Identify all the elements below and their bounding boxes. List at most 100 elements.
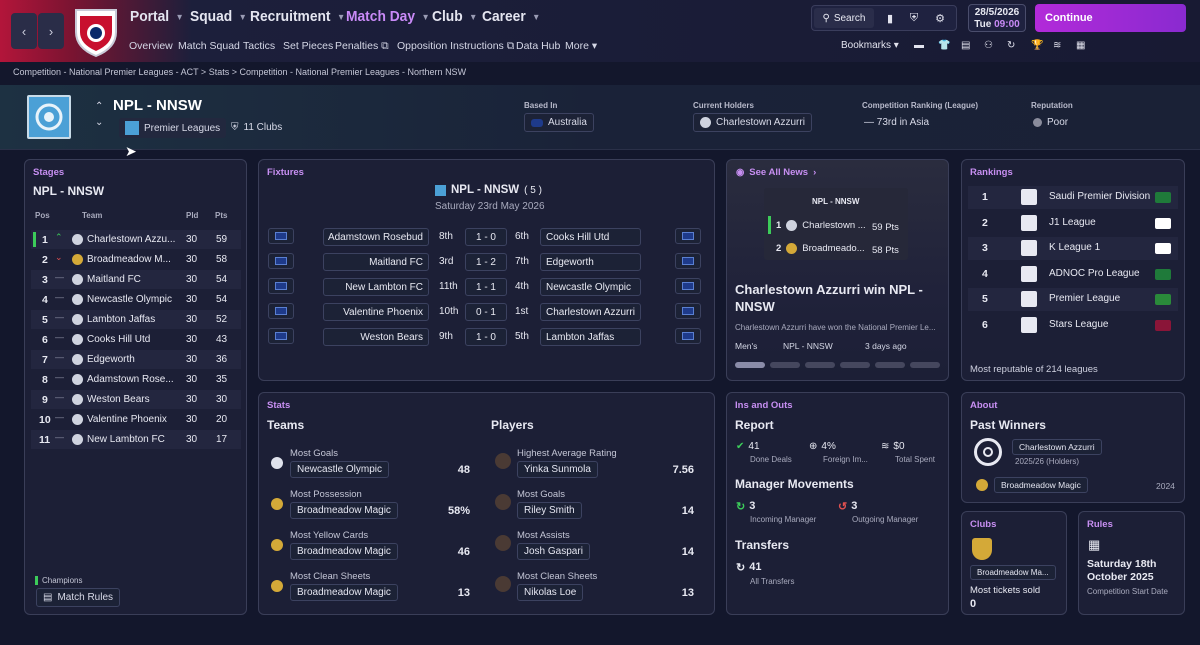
holders-pill[interactable]: Charlestown Azzurri [693, 113, 812, 132]
home-team-box[interactable]: New Lambton FC [323, 278, 429, 296]
player-stat[interactable]: Highest Average Rating Yinka Sunmola 7.56 [487, 445, 712, 483]
nav-career[interactable]: Career ▼ [482, 8, 540, 25]
table-row[interactable]: 3 — Maitland FC 30 54 [31, 270, 241, 289]
ranking-row[interactable]: 2 J1 League [968, 212, 1178, 235]
score-box[interactable]: 1 - 0 [465, 328, 507, 346]
search-button[interactable]: ⚲ Search [814, 8, 874, 28]
fixture-row[interactable]: Valentine Phoenix 10th 0 - 1 1st Charlestown… [259, 303, 716, 323]
chevron-down-icon[interactable]: ⌄ [95, 117, 103, 128]
shirt-icon[interactable]: 👕 [938, 40, 950, 51]
pager-dot[interactable] [735, 362, 765, 368]
nav-recruitment[interactable]: Recruitment ▼ [250, 8, 345, 25]
nav-club[interactable]: Club ▼ [432, 8, 477, 25]
winner-name[interactable]: Charlestown Azzurri [1012, 439, 1102, 455]
bookmarks-menu[interactable]: Bookmarks ▾ [841, 40, 899, 51]
news-panel[interactable]: ◉ See All News › NPL - NNSW 1 Charlestown .… [726, 159, 949, 381]
ranking-row[interactable]: 4 ADNOC Pro League [968, 263, 1178, 286]
home-team-box[interactable]: Valentine Phoenix [323, 303, 429, 321]
away-team-box[interactable]: Edgeworth [540, 253, 641, 271]
stage-name[interactable]: NPL - NNSW [33, 184, 104, 198]
player-stat[interactable]: Most Goals Riley Smith 14 [487, 486, 712, 524]
away-team-box[interactable]: Lambton Jaffas [540, 328, 641, 346]
table-row[interactable]: 9 — Weston Bears 30 30 [31, 390, 241, 409]
pager-dot[interactable] [875, 362, 905, 368]
subnav-data-hub[interactable]: Data Hub [516, 40, 560, 52]
pager-dot[interactable] [910, 362, 940, 368]
subnav-match-squad[interactable]: Match Squad [178, 40, 240, 52]
table-row[interactable]: 1 ⌃ Charlestown Azzu... 30 59 [31, 230, 241, 249]
forward-button[interactable]: › [38, 13, 64, 49]
bookmark-icon[interactable]: ▮ [878, 5, 902, 31]
away-team-box[interactable]: Cooks Hill Utd [540, 228, 641, 246]
based-in-pill[interactable]: Australia [524, 113, 594, 132]
home-team-box[interactable]: Weston Bears [323, 328, 429, 346]
subnav-overview[interactable]: Overview [129, 40, 173, 52]
subnav-more[interactable]: More ▾ [565, 40, 597, 52]
table-row[interactable]: 11 — New Lambton FC 30 17 [31, 430, 241, 449]
back-button[interactable]: ‹ [11, 13, 37, 49]
competition-type-pill[interactable]: Premier Leagues [119, 118, 227, 138]
chevron-up-icon[interactable]: ⌃ [95, 101, 103, 112]
fixture-row[interactable]: Weston Bears 9th 1 - 0 5th Lambton Jaffas [259, 328, 716, 348]
fixture-row[interactable]: Adamstown Rosebud 8th 1 - 0 6th Cooks Hill U… [259, 228, 716, 248]
nav-match-day[interactable]: Match Day ▼ [346, 8, 430, 25]
pager-dot[interactable] [770, 362, 800, 368]
stack-icon[interactable]: ≋ [1053, 40, 1061, 51]
score-box[interactable]: 1 - 1 [465, 278, 507, 296]
fixture-row[interactable]: New Lambton FC 11th 1 - 1 4th Newcastle Olym… [259, 278, 716, 298]
home-team-box[interactable]: Adamstown Rosebud [323, 228, 429, 246]
score-box[interactable]: 1 - 2 [465, 253, 507, 271]
trophy-icon[interactable]: 🏆 [1031, 40, 1043, 51]
table-row[interactable]: 7 — Edgeworth 30 36 [31, 350, 241, 369]
pager-dot[interactable] [805, 362, 835, 368]
ranking-row[interactable]: 1 Saudi Premier Division [968, 186, 1178, 209]
chat-icon[interactable]: ▬ [914, 40, 924, 51]
away-team-box[interactable]: Charlestown Azzurri [540, 303, 641, 321]
nav-portal[interactable]: Portal ▼ [130, 8, 184, 25]
continue-button[interactable]: Continue [1035, 4, 1186, 32]
prev-winner[interactable]: Broadmeadow Magic [976, 477, 1088, 493]
fixtures-competition[interactable]: NPL - NNSW ( 5 ) [435, 184, 542, 196]
all-transfers[interactable]: ↻ 41 [736, 561, 761, 574]
table-row[interactable]: 5 — Lambton Jaffas 30 52 [31, 310, 241, 329]
refresh-icon[interactable]: ↻ [1007, 40, 1015, 51]
news-pager[interactable] [735, 362, 940, 368]
team-stat[interactable]: Most Goals Newcastle Olympic 48 [259, 445, 484, 483]
player-stat[interactable]: Most Clean Sheets Nikolas Loe 13 [487, 568, 712, 606]
clipboard-icon[interactable]: ▤ [961, 40, 970, 51]
score-box[interactable]: 0 - 1 [465, 303, 507, 321]
club-name[interactable]: Broadmeadow Ma... [970, 565, 1056, 580]
score-box[interactable]: 1 - 0 [465, 228, 507, 246]
match-rules-button[interactable]: ▤ Match Rules [36, 588, 121, 607]
subnav-opposition-instructions[interactable]: Opposition Instructions ⧉ [397, 40, 514, 53]
pager-dot[interactable] [840, 362, 870, 368]
date-display[interactable]: 28/5/2026 Tue 09:00 [968, 4, 1026, 32]
subnav-tactics[interactable]: Tactics [243, 40, 275, 52]
fixture-row[interactable]: Maitland FC 3rd 1 - 2 7th Edgeworth [259, 253, 716, 273]
team-stat[interactable]: Most Yellow Cards Broadmeadow Magic 46 [259, 527, 484, 565]
shield-icon[interactable]: ⛨ [902, 5, 926, 31]
player-stat[interactable]: Most Assists Josh Gaspari 14 [487, 527, 712, 565]
gear-icon[interactable]: ⚙ [928, 5, 952, 31]
table-row[interactable]: 4 — Newcastle Olympic 30 54 [31, 290, 241, 309]
table-row[interactable]: 2 ⌄ Broadmeadow M... 30 58 [31, 250, 241, 269]
breadcrumb-item[interactable]: Stats [209, 67, 230, 77]
team-stat[interactable]: Most Possession Broadmeadow Magic 58% [259, 486, 484, 524]
club-crest[interactable] [72, 4, 120, 58]
ranking-row[interactable]: 5 Premier League [968, 288, 1178, 311]
table-row[interactable]: 6 — Cooks Hill Utd 30 43 [31, 330, 241, 349]
home-team-box[interactable]: Maitland FC [323, 253, 429, 271]
calendar-icon[interactable]: ▦ [1076, 40, 1085, 51]
breadcrumb-item[interactable]: Competition - National Premier Leagues -… [239, 67, 466, 77]
away-team-box[interactable]: Newcastle Olympic [540, 278, 641, 296]
ranking-row[interactable]: 3 K League 1 [968, 237, 1178, 260]
breadcrumb-item[interactable]: Competition - National Premier Leagues -… [13, 67, 198, 77]
ranking-row[interactable]: 6 Stars League [968, 314, 1178, 337]
nav-squad[interactable]: Squad ▼ [190, 8, 247, 25]
news-headline[interactable]: Charlestown Azzurri win NPL - NNSW [735, 281, 940, 315]
subnav-set-pieces[interactable]: Set Pieces [283, 40, 333, 52]
subnav-penalties[interactable]: Penalties ⧉ [335, 40, 389, 53]
see-all-news-link[interactable]: ◉ See All News › [736, 167, 816, 178]
table-row[interactable]: 8 — Adamstown Rose... 30 35 [31, 370, 241, 389]
team-stat[interactable]: Most Clean Sheets Broadmeadow Magic 13 [259, 568, 484, 606]
